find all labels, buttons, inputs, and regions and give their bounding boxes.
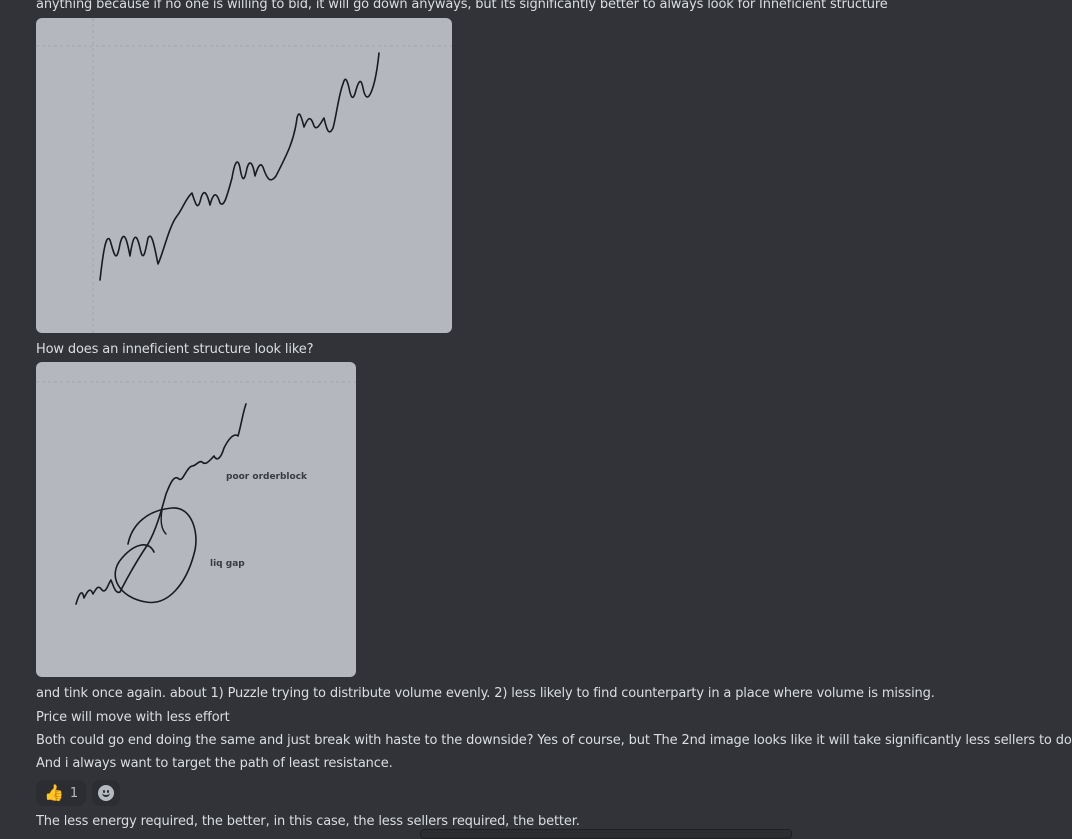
message-line-5: The less energy required, the better, in… [36,814,580,829]
sketch-inefficient-structure: poor orderblock liq gap [36,381,356,605]
message-line-2: Price will move with less effort [36,710,230,725]
image-attachment-1[interactable] [36,18,452,333]
label-liq-gap: liq gap [210,559,245,569]
message-line-3: Both could go end doing the same and jus… [36,733,1072,748]
add-reaction-button[interactable] [92,780,121,806]
reaction-thumbs-up[interactable]: 👍 1 [36,780,87,806]
message-line-4: And i always want to target the path of … [36,756,393,771]
message-line-1: and tink once again. about 1) Puzzle try… [36,686,935,701]
message-hover-toolbar[interactable] [420,829,792,839]
line-top: anything because if no one is willing to… [36,0,888,12]
add-reaction-icon [98,785,115,801]
image-attachment-2[interactable]: poor orderblock liq gap [36,362,356,677]
reactions-bar: 👍 1 [36,780,121,806]
sketch-uptrend [36,18,452,333]
question-line: How does an inneficient structure look l… [36,342,314,357]
label-poor-orderblock: poor orderblock [226,472,308,482]
reaction-count: 1 [69,785,79,801]
thumbs-up-icon: 👍 [44,783,64,802]
